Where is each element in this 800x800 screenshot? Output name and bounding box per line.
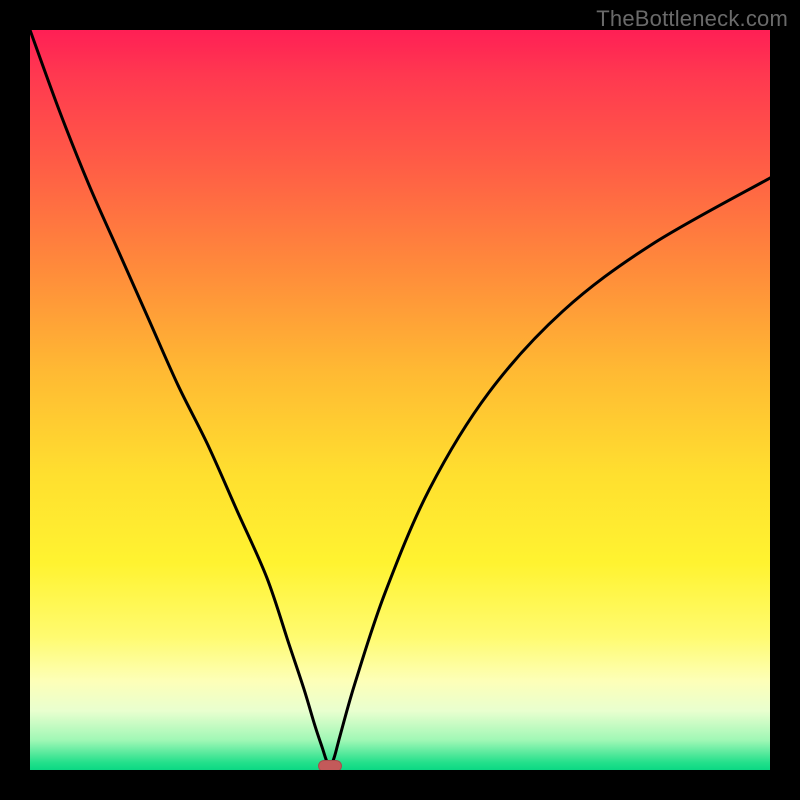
- watermark-text: TheBottleneck.com: [596, 6, 788, 32]
- chart-frame: TheBottleneck.com: [0, 0, 800, 800]
- optimum-marker: [318, 760, 342, 770]
- plot-area: [30, 30, 770, 770]
- bottleneck-curve-svg: [30, 30, 770, 770]
- bottleneck-curve-path: [30, 30, 770, 764]
